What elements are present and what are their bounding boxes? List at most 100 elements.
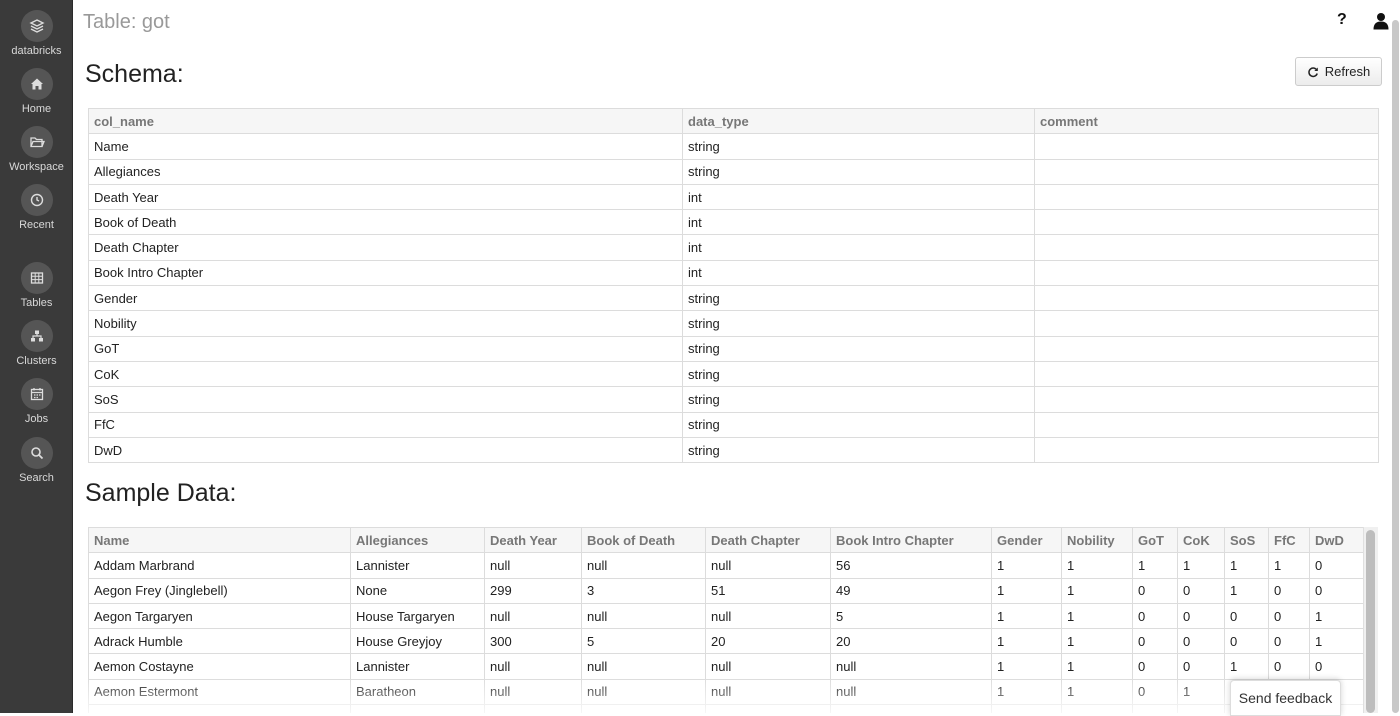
table-cell: 0 [1132,678,1178,706]
sidebar-item-label: Search [19,472,54,484]
send-feedback-button[interactable]: Send feedback [1230,680,1341,716]
table-cell [350,704,485,713]
table-cell: Allegiances [88,158,683,185]
page-scrollbar-thumb[interactable] [1392,20,1399,713]
table-cell [581,704,706,713]
table-cell: Lannister [350,653,485,680]
sidebar-item-home[interactable]: Home [0,68,73,115]
column-header[interactable]: DwD [1309,527,1364,554]
sample-data-scroll-area[interactable]: Name Allegiances Death Year Book of Death De… [88,527,1378,713]
table-cell: Book Intro Chapter [88,259,683,287]
table-cell: null [581,653,706,680]
table-cell: 1 [1061,628,1133,655]
table-cell: 1 [1061,552,1133,579]
table-header-row: Name Allegiances Death Year Book of Death De… [88,527,1364,554]
table-cell: 0 [1309,577,1364,604]
clock-icon [20,184,53,216]
table-cell: string [682,335,1035,362]
sidebar-item-workspace[interactable]: Workspace [0,126,73,173]
table-cell: 5 [830,602,992,630]
sidebar-item-recent[interactable]: Recent [0,184,73,231]
sidebar-item-tables[interactable]: Tables [0,262,73,309]
table-cell [1034,411,1379,438]
column-header[interactable]: Nobility [1061,527,1133,554]
column-header[interactable]: CoK [1177,527,1225,554]
user-icon[interactable] [1372,12,1390,30]
column-header[interactable]: Book Intro Chapter [830,527,992,554]
table-cell: null [705,602,831,630]
table-row: SoS string [88,386,1379,413]
column-header[interactable]: Gender [991,527,1062,554]
table-cell: 0 [1132,628,1178,655]
help-icon[interactable]: ? [1337,11,1347,29]
table-cell: int [682,259,1035,287]
page-title: Table: got [83,11,170,33]
table-cell: null [581,552,706,579]
table-cell: Lannister [350,552,485,579]
sidebar-item-databricks[interactable]: databricks [0,10,73,57]
table-cell: string [682,436,1035,464]
table-cell: Death Chapter [88,234,683,261]
table-cell: 1 [1061,653,1133,680]
sidebar-item-clusters[interactable]: Clusters [0,320,73,367]
table-cell [1034,259,1379,287]
table-cell: Aegon Frey (Jinglebell) [88,577,351,604]
table-cell [1034,133,1379,160]
column-header[interactable]: data_type [682,107,1035,135]
refresh-icon [1307,66,1318,77]
table-cell [705,704,831,713]
table-cell: string [682,310,1035,337]
table-cell: 1 [991,552,1062,579]
table-row: Adrack Humble House Greyjoy 300 5 20 20 1 1 0 0 0 0… [88,628,1364,655]
sidebar: databricks Home Workspace Recent Tables … [0,0,73,713]
column-header[interactable]: Death Chapter [705,527,831,554]
refresh-button[interactable]: Refresh [1295,57,1382,86]
sidebar-item-label: Recent [19,219,54,231]
table-cell: 0 [1268,577,1310,604]
table-cell: 3 [581,577,706,604]
column-header[interactable]: Death Year [484,527,582,554]
table-cell [88,704,351,713]
sidebar-item-label: Jobs [24,413,49,425]
table-cell: int [682,209,1035,236]
table-row [88,704,1364,713]
table-cell: string [682,360,1035,388]
table-cell: Name [88,133,683,160]
table-cell: FfC [88,411,683,438]
schema-heading: Schema: [85,60,184,88]
table-cell: 0 [1309,653,1364,680]
column-header[interactable]: col_name [88,107,683,135]
column-header[interactable]: SoS [1224,527,1269,554]
column-header[interactable]: Name [88,527,351,554]
column-header[interactable]: Allegiances [350,527,485,554]
table-cell: string [682,158,1035,185]
table-cell: int [682,183,1035,211]
table-cell: House Greyjoy [350,628,485,655]
search-icon [20,437,53,469]
table-cell [991,704,1062,713]
table-cell: 1 [1224,653,1269,680]
clusters-icon [20,320,53,352]
table-scrollbar-thumb[interactable] [1366,530,1375,713]
sidebar-item-jobs[interactable]: Jobs [0,378,73,425]
table-cell: 1 [1224,577,1269,604]
column-header[interactable]: GoT [1132,527,1178,554]
table-cell: 1 [1177,678,1225,706]
table-cell: 1 [991,678,1062,706]
table-cell: 5 [581,628,706,655]
sidebar-item-search[interactable]: Search [0,437,73,484]
table-cell [484,704,582,713]
home-icon [20,68,53,100]
table-cell: DwD [88,436,683,464]
refresh-label: Refresh [1324,64,1371,79]
table-row: DwD string [88,436,1379,464]
column-header[interactable]: comment [1034,107,1379,135]
table-cell: CoK [88,360,683,388]
table-cell: 1 [991,577,1062,604]
sidebar-item-label: Tables [20,297,53,309]
column-header[interactable]: FfC [1268,527,1310,554]
table-cell [1034,360,1379,388]
table-cell: 0 [1224,602,1269,630]
column-header[interactable]: Book of Death [581,527,706,554]
table-row: Gender string [88,285,1379,312]
